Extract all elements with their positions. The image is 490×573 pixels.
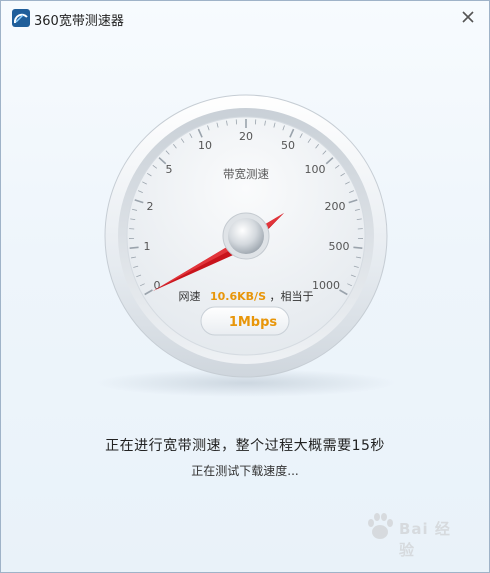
equivalent-label: ，相当于 — [270, 289, 314, 303]
scale-label-100: 100 — [305, 163, 326, 176]
mbps-value: 1Mbps — [229, 315, 278, 330]
scale-label-50: 50 — [281, 139, 295, 152]
baidu-watermark: Bai 经验 — [363, 508, 463, 559]
scale-label-200: 200 — [325, 200, 346, 213]
major-tick — [129, 246, 139, 250]
scale-label-500: 500 — [329, 240, 350, 253]
status-sub-text: 正在测试下载速度... — [191, 464, 299, 478]
status-main-text: 正在进行宽带测速，整个过程大概需要15秒 — [105, 438, 385, 454]
scale-label-5: 5 — [166, 163, 173, 176]
needle-hub-cap — [228, 218, 264, 254]
scale-label-0: 0 — [154, 279, 161, 292]
speed-value: 10.6KB/S — [210, 290, 266, 303]
gauge-title: 带宽测速 — [223, 167, 269, 181]
speed-label: 网速 — [179, 290, 201, 303]
scale-label-20: 20 — [239, 130, 253, 143]
watermark-text: Bai 经验 — [399, 520, 451, 559]
scale-label-1000: 1000 — [312, 279, 340, 292]
major-tick — [353, 246, 363, 250]
scale-label-1: 1 — [144, 240, 151, 253]
speed-readout: 网速 10.6KB/S ，相当于 — [179, 289, 314, 303]
paw-icon — [368, 513, 393, 539]
scale-label-2: 2 — [147, 200, 154, 213]
speed-gauge: 0 1 2 5 10 20 50 100 200 500 1000 带宽测速 网… — [96, 94, 396, 397]
scale-label-10: 10 — [198, 139, 212, 152]
app-window: 360宽带测速器 0 1 2 5 10 20 50 100 200 500 10… — [0, 0, 490, 573]
